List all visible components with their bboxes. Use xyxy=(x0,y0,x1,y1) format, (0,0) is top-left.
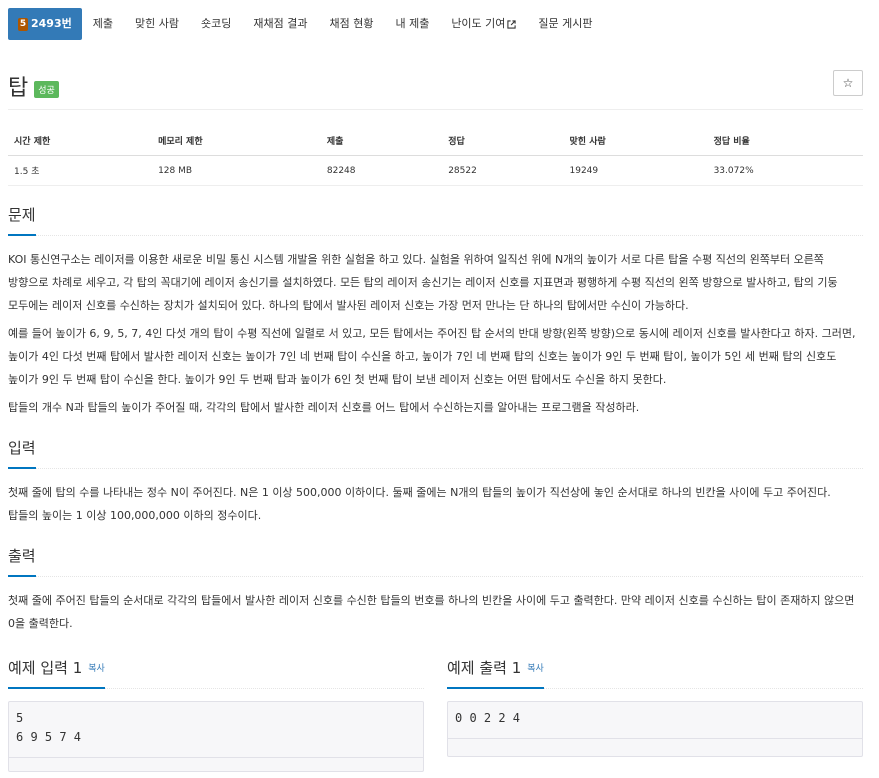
table-header-row: 시간 제한 메모리 제한 제출 정답 맞힌 사람 정답 비율 xyxy=(8,128,863,156)
sample-input-footer xyxy=(9,757,423,771)
input-description: 첫째 줄에 탑의 수를 나타내는 정수 N이 주어진다. N은 1 이상 500… xyxy=(8,486,831,522)
sample-input-heading: 예제 입력 1 복사 xyxy=(8,657,105,689)
tab-solvers[interactable]: 맞힌 사람 xyxy=(124,8,190,40)
sample-output-box: 0 0 2 2 4 xyxy=(447,701,863,757)
sample-input-header: 예제 입력 1 복사 xyxy=(8,657,424,689)
copy-output-button[interactable]: 복사 xyxy=(527,664,544,674)
header-accept-rate: 정답 비율 xyxy=(707,128,863,156)
value-accept-rate: 33.072% xyxy=(707,155,863,186)
tab-rejudge-results[interactable]: 재채점 결과 xyxy=(242,8,318,40)
problem-id-label: 2493번 xyxy=(31,17,72,30)
tab-short-coding[interactable]: 숏코딩 xyxy=(190,8,242,40)
tab-submit[interactable]: 제출 xyxy=(82,8,124,40)
problem-header: 탑 성공 ☆ xyxy=(8,40,863,110)
description-title: 문제 xyxy=(8,204,36,236)
sample-output-footer xyxy=(448,738,862,752)
value-accepted: 28522 xyxy=(442,155,564,186)
problem-info-table: 시간 제한 메모리 제한 제출 정답 맞힌 사람 정답 비율 1.5 초 128… xyxy=(8,128,863,186)
sample-output: 예제 출력 1 복사 0 0 2 2 4 xyxy=(447,657,863,772)
description-paragraph: 탑들의 개수 N과 탑들의 높이가 주어질 때, 각각의 탑에서 발사한 레이저… xyxy=(8,401,640,414)
problem-page: 5 2493번 제출 맞힌 사람 숏코딩 재채점 결과 채점 현황 내 제출 난… xyxy=(0,8,879,778)
status-badge: 성공 xyxy=(34,80,59,98)
samples-row: 예제 입력 1 복사 5 6 9 5 7 4 예제 출력 1 복사 0 0 2 2 … xyxy=(8,657,863,772)
description-section-header: 문제 xyxy=(8,204,863,236)
star-icon: ☆ xyxy=(842,76,854,90)
problem-title: 탑 xyxy=(8,76,29,101)
input-section-header: 입력 xyxy=(8,437,863,469)
description-paragraph: KOI 통신연구소는 레이저를 이용한 새로운 비밀 통신 시스템 개발을 위한… xyxy=(8,253,838,312)
sample-output-text: 0 0 2 2 4 xyxy=(455,711,521,725)
tab-my-submissions[interactable]: 내 제출 xyxy=(384,8,440,40)
output-section-header: 출력 xyxy=(8,545,863,577)
tab-difficulty-contribution[interactable]: 난이도 기여 xyxy=(440,8,527,40)
header-solvers: 맞힌 사람 xyxy=(563,128,708,156)
description-paragraph: 예를 들어 높이가 6, 9, 5, 7, 4인 다섯 개의 탑이 수평 직선에… xyxy=(8,327,856,386)
sample-input-box: 5 6 9 5 7 4 xyxy=(8,701,424,772)
star-button[interactable]: ☆ xyxy=(833,70,863,96)
sample-input-text: 5 6 9 5 7 4 xyxy=(16,711,82,744)
sample-output-heading: 예제 출력 1 복사 xyxy=(447,657,544,689)
value-solvers: 19249 xyxy=(563,155,708,186)
value-submissions: 82248 xyxy=(320,155,443,186)
sample-input: 예제 입력 1 복사 5 6 9 5 7 4 xyxy=(8,657,424,772)
problem-menu: 5 2493번 제출 맞힌 사람 숏코딩 재채점 결과 채점 현황 내 제출 난… xyxy=(8,8,863,40)
output-title: 출력 xyxy=(8,545,36,577)
tab-difficulty-label: 난이도 기여 xyxy=(451,17,506,30)
tab-problem[interactable]: 5 2493번 xyxy=(8,8,82,40)
value-time-limit: 1.5 초 xyxy=(8,155,153,186)
tab-status[interactable]: 채점 현황 xyxy=(318,8,384,40)
tier-icon: 5 xyxy=(18,17,28,31)
header-accepted: 정답 xyxy=(442,128,564,156)
header-submissions: 제출 xyxy=(320,128,443,156)
header-time-limit: 시간 제한 xyxy=(8,128,153,156)
copy-input-button[interactable]: 복사 xyxy=(88,664,105,674)
tab-question-board[interactable]: 질문 게시판 xyxy=(527,8,603,40)
table-row: 1.5 초 128 MB 82248 28522 19249 33.072% xyxy=(8,155,863,186)
header-memory-limit: 메모리 제한 xyxy=(152,128,321,156)
sample-output-title: 예제 출력 1 xyxy=(447,659,522,677)
description-body: KOI 통신연구소는 레이저를 이용한 새로운 비밀 통신 시스템 개발을 위한… xyxy=(8,248,863,419)
sample-output-header: 예제 출력 1 복사 xyxy=(447,657,863,689)
input-title: 입력 xyxy=(8,437,36,469)
value-memory-limit: 128 MB xyxy=(152,155,321,186)
title-wrap: 탑 성공 xyxy=(8,70,59,102)
sample-input-title: 예제 입력 1 xyxy=(8,659,83,677)
output-description: 첫째 줄에 주어진 탑들의 순서대로 각각의 탑들에서 발사한 레이저 신호를 … xyxy=(8,594,855,630)
external-link-icon xyxy=(507,19,517,29)
